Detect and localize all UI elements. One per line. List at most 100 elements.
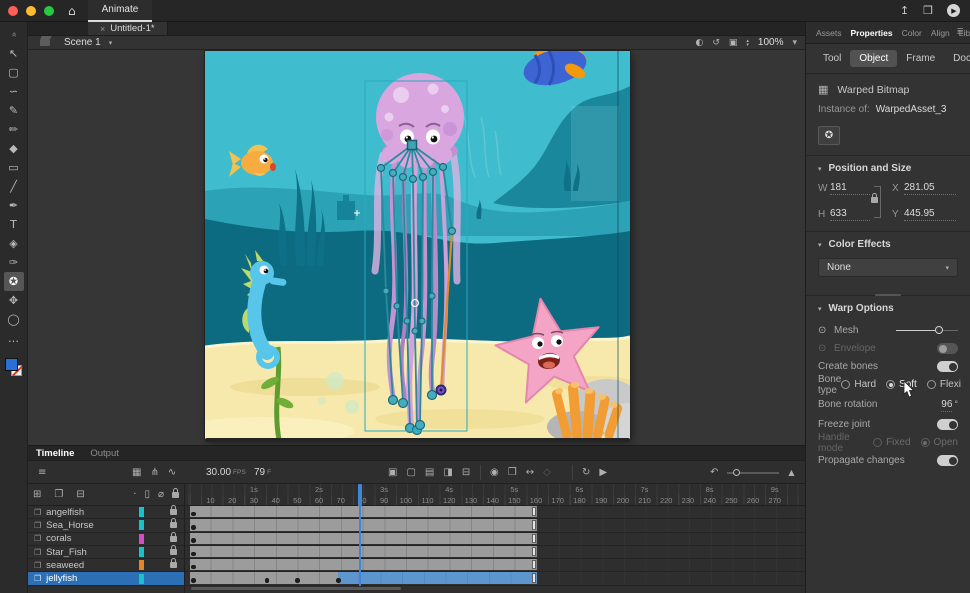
tab-timeline[interactable]: Timeline — [36, 448, 74, 459]
layer-parenting-icon[interactable]: ⋔ — [150, 467, 158, 478]
loop-icon[interactable]: ↻ — [582, 467, 590, 478]
x-value[interactable]: 281.05 — [904, 182, 956, 195]
center-playhead-icon[interactable]: ↶ — [710, 467, 718, 478]
selected-frame-span[interactable] — [337, 572, 538, 584]
track-row-jellyfish[interactable] — [185, 572, 805, 586]
span-end-marker[interactable] — [532, 533, 537, 543]
layer-row-corals[interactable]: ❐ corals — [28, 531, 184, 546]
keyframe-dot[interactable] — [191, 538, 196, 543]
lock-column-icon[interactable] — [172, 487, 179, 498]
asset-warp-button[interactable]: ✪ — [818, 126, 840, 145]
collapse-chevron-icon[interactable]: ▾ — [818, 165, 822, 173]
layer-row-seaweed[interactable]: ❐ seaweed — [28, 558, 184, 573]
layer-row-Star_Fish[interactable]: ❐ Star_Fish — [28, 545, 184, 560]
section-warp-title[interactable]: ▾ Warp Options — [818, 303, 958, 314]
section-position-title[interactable]: ▾ Position and Size — [818, 163, 958, 174]
frame-span[interactable] — [190, 519, 538, 531]
tab-output[interactable]: Output — [90, 448, 119, 459]
stepper-down-icon[interactable]: ▾ — [746, 42, 749, 47]
keyframe-dot[interactable] — [191, 525, 196, 530]
zoom-stepper[interactable]: ▴ ▾ — [746, 38, 749, 47]
layer-name[interactable]: seaweed — [46, 560, 139, 571]
width-value[interactable]: 181 — [830, 182, 870, 195]
section-color-title[interactable]: ▾ Color Effects — [818, 239, 958, 250]
layer-name[interactable]: jellyfish — [46, 573, 139, 584]
lasso-tool[interactable]: ∽ — [4, 82, 24, 101]
color-swatches[interactable] — [4, 356, 24, 378]
line-tool[interactable]: ╱ — [4, 177, 24, 196]
insert-frame-icon[interactable]: ▤ — [425, 467, 434, 478]
keyframe-dot[interactable] — [295, 578, 300, 583]
create-bones-toggle[interactable] — [937, 361, 958, 372]
layer-outline-swatch[interactable] — [139, 520, 144, 531]
keyframe-dot[interactable] — [264, 578, 270, 583]
handle-mode-fixed[interactable]: Fixed — [873, 437, 911, 448]
hand-tool[interactable]: ✥ — [4, 291, 24, 310]
center-stage-icon[interactable]: ◐ — [695, 38, 703, 48]
selection-tool[interactable]: ↖ — [4, 44, 24, 63]
envelope-visibility-icon[interactable]: ⊙ — [818, 343, 834, 354]
layer-name[interactable]: corals — [46, 533, 139, 544]
freeze-joint-toggle[interactable] — [937, 419, 958, 430]
span-end-marker[interactable] — [532, 546, 537, 557]
insert-keyframe-icon[interactable]: ▣ — [388, 467, 397, 478]
propagate-toggle[interactable] — [937, 455, 958, 466]
zoom-tool[interactable]: ◯ — [4, 310, 24, 329]
color-effect-dropdown[interactable]: None ▾ — [818, 258, 958, 277]
more-tools[interactable]: … — [4, 329, 24, 348]
track-row-corals[interactable] — [185, 532, 805, 546]
eyedropper-tool[interactable]: ✑ — [4, 253, 24, 272]
edit-multiple-frames-icon[interactable]: ↔ — [526, 467, 534, 478]
collapse-chevron-icon[interactable]: ▾ — [818, 241, 822, 249]
layer-lock-icon[interactable] — [169, 531, 177, 542]
handle-mode-open[interactable]: Open — [920, 437, 958, 448]
frame-span[interactable] — [190, 532, 538, 544]
layer-outline-swatch[interactable] — [139, 547, 144, 558]
tab-align[interactable]: Align — [931, 28, 950, 38]
tab-assets[interactable]: Assets — [816, 28, 842, 38]
mesh-visibility-icon[interactable]: ⊙ — [818, 325, 834, 336]
y-value[interactable]: 445.95 — [904, 208, 956, 221]
home-icon[interactable]: ⌂ — [68, 4, 76, 18]
frame-span[interactable] — [190, 545, 538, 558]
workspace-icon[interactable]: ❒ — [923, 4, 933, 17]
app-tab-animate[interactable]: Animate — [87, 0, 153, 22]
camera-icon[interactable]: ▦ — [132, 467, 141, 478]
layer-row-jellyfish[interactable]: ❐ jellyfish — [28, 572, 184, 586]
frame-span[interactable] — [190, 559, 538, 571]
envelope-toggle[interactable] — [937, 343, 958, 354]
fps-display[interactable]: 30.00 FPS — [206, 461, 246, 484]
highlight-column-icon[interactable]: · — [133, 489, 136, 500]
tab-properties[interactable]: Properties — [851, 28, 893, 38]
scene-chevron-icon[interactable]: ▾ — [109, 39, 113, 47]
fluid-brush-tool[interactable]: ✎ — [4, 101, 24, 120]
asset-warp-tool[interactable]: ✪ — [3, 272, 24, 291]
radio-icon[interactable] — [841, 380, 851, 389]
pasteboard[interactable] — [28, 50, 805, 445]
frame-span[interactable] — [190, 506, 538, 518]
span-end-marker[interactable] — [532, 507, 537, 517]
layer-outline-swatch[interactable] — [139, 533, 144, 544]
timeline-zoom-knob[interactable] — [733, 468, 741, 476]
layer-row-Sea_Horse[interactable]: ❐ Sea_Horse — [28, 518, 184, 533]
resize-view-icon[interactable]: ▲ — [788, 468, 794, 477]
eraser-tool[interactable]: ◆ — [4, 139, 24, 158]
tab-color[interactable]: Color — [902, 28, 922, 38]
stage[interactable] — [175, 50, 653, 445]
bone-root-joint[interactable] — [406, 139, 418, 151]
layer-name[interactable]: angelfish — [46, 507, 139, 518]
hide-column-icon[interactable]: ⌀ — [158, 489, 164, 500]
graph-editor-icon[interactable]: ∿ — [168, 467, 176, 478]
paint-bucket-tool[interactable]: ◈ — [4, 234, 24, 253]
radio-icon[interactable] — [873, 438, 883, 447]
subtab-object[interactable]: Object — [850, 50, 898, 67]
lock-aspect-icon[interactable] — [871, 193, 878, 203]
canvas-horizontal-scrollbar[interactable] — [205, 438, 630, 442]
stage-canvas[interactable] — [175, 50, 653, 445]
delete-frame-icon[interactable]: ⊟ — [462, 467, 470, 478]
layer-name[interactable]: Sea_Horse — [46, 520, 139, 531]
layer-outline-swatch[interactable] — [139, 560, 144, 571]
classic-brush-tool[interactable]: ✏ — [4, 120, 24, 139]
delete-layer-icon[interactable]: ⊟ — [76, 489, 84, 500]
close-document-icon[interactable]: × — [100, 24, 105, 34]
